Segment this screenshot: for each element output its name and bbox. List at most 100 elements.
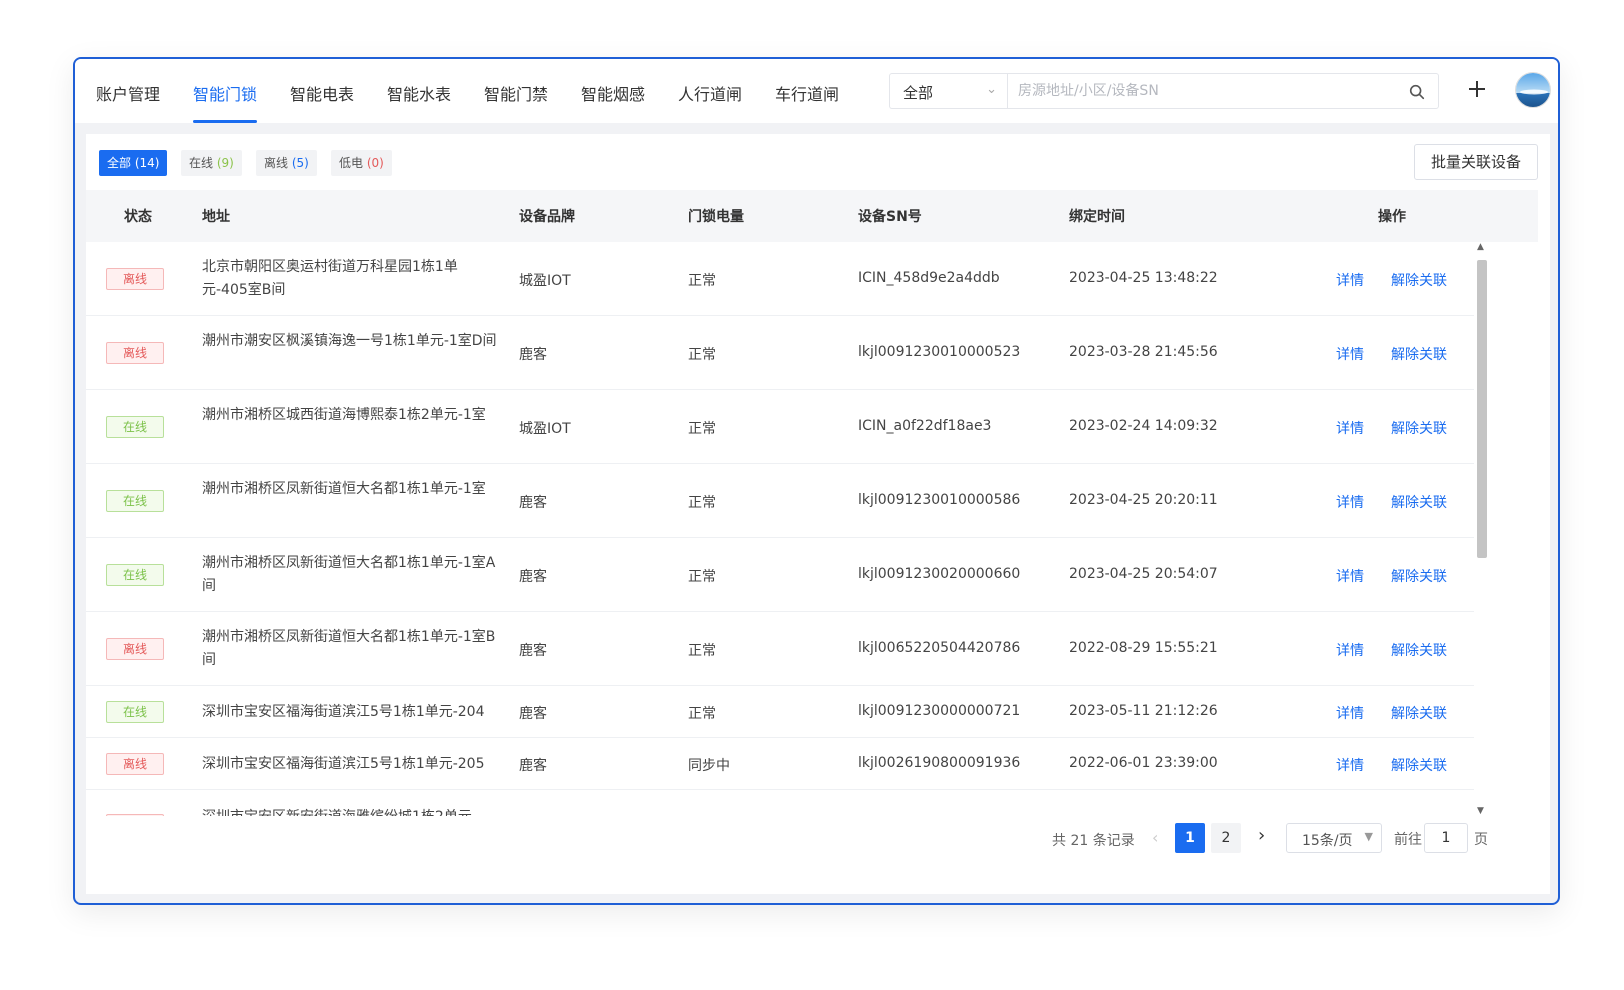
page-size-select[interactable]: 15条/页 ▼ (1286, 823, 1382, 853)
tab-smart-smoke-detector[interactable]: 智能烟感 (581, 81, 645, 121)
unlink-link[interactable]: 解除关联 (1391, 492, 1447, 512)
page-button-1[interactable]: 1 (1175, 823, 1205, 853)
bind-time-cell: 2023-04-25 13:48:22 (1069, 270, 1218, 286)
table-row: 在线 深圳市宝安区福海街道滨江5号1栋1单元-204 鹿客 正常 lkjl009… (86, 686, 1474, 738)
unlink-link[interactable]: 解除关联 (1391, 640, 1447, 660)
sn-cell: lkjl0091230010000523 (858, 344, 1021, 360)
page-size-value: 15条/页 (1302, 833, 1353, 849)
tab-smart-electric-meter[interactable]: 智能电表 (290, 81, 354, 121)
battery-cell: 正常 (688, 495, 716, 511)
page-button-2[interactable]: 2 (1211, 823, 1241, 853)
brand-cell: 鹿客 (519, 569, 547, 585)
bind-time-cell: 2023-04-25 20:20:11 (1069, 492, 1218, 508)
column-header-bind-time: 绑定时间 (1069, 209, 1125, 225)
chevron-down-icon: ⌄ (986, 82, 997, 97)
detail-link[interactable]: 详情 (1336, 755, 1364, 775)
brand-cell: 城盈IOT (519, 273, 571, 289)
address-cell: 潮州市湘桥区凤新街道恒大名都1栋1单元-1室B间 (202, 629, 496, 668)
battery-cell: 正常 (688, 569, 716, 585)
battery-cell: 正常 (688, 273, 716, 289)
status-tab-online[interactable]: 在线 (9) (181, 150, 242, 176)
scroll-thumb[interactable] (1477, 260, 1487, 558)
prev-page-icon[interactable]: ‹ (1152, 828, 1158, 847)
sn-cell: lkjl0091230000000721 (858, 703, 1021, 719)
brand-cell: 城盈IOT (519, 421, 571, 437)
search-box (1007, 73, 1439, 109)
column-header-actions: 操作 (1378, 209, 1406, 225)
table-header: 状态 地址 设备品牌 门锁电量 设备SN号 绑定时间 操作 (86, 190, 1538, 242)
tab-pedestrian-gate[interactable]: 人行道闸 (678, 81, 742, 121)
brand-cell: 鹿客 (519, 706, 547, 722)
tab-account-management[interactable]: 账户管理 (96, 81, 160, 121)
detail-link[interactable]: 详情 (1336, 344, 1364, 364)
table-row: 离线 潮州市潮安区枫溪镇海逸一号1栋1单元-1室D间 鹿客 正常 lkjl009… (86, 316, 1474, 390)
detail-link[interactable]: 详情 (1336, 270, 1364, 290)
search-icon[interactable] (1408, 83, 1426, 101)
sn-cell: ICIN_a0f22df18ae3 (858, 418, 992, 434)
table-row: 在线 潮州市湘桥区凤新街道恒大名都1栋1单元-1室 鹿客 正常 lkjl0091… (86, 464, 1474, 538)
add-button[interactable] (1465, 75, 1489, 103)
page-suffix-label: 页 (1474, 832, 1488, 848)
status-badge: 在线 (106, 416, 164, 438)
unlink-link[interactable]: 解除关联 (1391, 703, 1447, 723)
unlink-link[interactable]: 解除关联 (1391, 270, 1447, 290)
bind-time-cell: 2023-02-24 14:09:32 (1069, 418, 1218, 434)
brand-cell: 鹿客 (519, 347, 547, 363)
sn-cell: lkjl0026190800091936 (858, 755, 1021, 771)
status-badge: 离线 (106, 638, 164, 660)
next-page-icon[interactable]: › (1258, 825, 1265, 846)
brand-cell: 鹿客 (519, 495, 547, 511)
bind-time-cell: 2023-05-11 21:12:26 (1069, 703, 1218, 719)
unlink-link[interactable]: 解除关联 (1391, 566, 1447, 586)
pagination: 共 21 条记录 ‹ 1 2 › 15条/页 ▼ 前往 页 (86, 816, 1538, 866)
address-cell: 深圳市宝安区新安街道海雅缤纷城1栋2单元- (202, 806, 522, 816)
unlink-link[interactable]: 解除关联 (1391, 418, 1447, 438)
table-row: 在线 潮州市湘桥区凤新街道恒大名都1栋1单元-1室A间 鹿客 正常 lkjl00… (86, 538, 1474, 612)
tab-vehicle-gate[interactable]: 车行道闸 (775, 81, 839, 121)
status-tab-all[interactable]: 全部 (14) (99, 150, 168, 176)
tab-smart-lock[interactable]: 智能门锁 (193, 81, 258, 123)
detail-link[interactable]: 详情 (1336, 640, 1364, 660)
total-records: 共 21 条记录 (1052, 833, 1135, 849)
search-scope-select[interactable]: 全部 ⌄ (889, 73, 1007, 109)
goto-page-input[interactable] (1424, 823, 1468, 853)
address-cell: 深圳市宝安区福海街道滨江5号1栋1单元-205 (202, 756, 485, 772)
table-row: 离线 潮州市湘桥区凤新街道恒大名都1栋1单元-1室B间 鹿客 正常 lkjl00… (86, 612, 1474, 686)
search-input[interactable] (1018, 80, 1388, 102)
battery-cell: 正常 (688, 706, 716, 722)
table-scrollbar[interactable]: ▲ ▼ (1475, 242, 1489, 816)
status-tab-low-battery[interactable]: 低电 (0) (331, 150, 392, 176)
detail-link[interactable]: 详情 (1336, 492, 1364, 512)
battery-cell: 正常 (688, 643, 716, 659)
sn-cell: lkjl0091230020000660 (858, 566, 1021, 582)
scroll-down-arrow-icon[interactable]: ▼ (1477, 806, 1484, 816)
table-row: 离线 北京市朝阳区奥运村街道万科星园1栋1单元-405室B间 城盈IOT 正常 … (86, 242, 1474, 316)
tab-smart-water-meter[interactable]: 智能水表 (387, 81, 451, 121)
detail-link[interactable]: 详情 (1336, 566, 1364, 586)
goto-label: 前往 (1394, 832, 1422, 848)
batch-link-devices-button[interactable]: 批量关联设备 (1414, 144, 1538, 180)
status-tab-offline[interactable]: 离线 (5) (256, 150, 317, 176)
bind-time-cell: 2022-06-01 23:39:00 (1069, 755, 1218, 771)
sn-cell: lkjl0091230010000586 (858, 492, 1021, 508)
address-cell: 北京市朝阳区奥运村街道万科星园1栋1单元-405室B间 (202, 259, 458, 298)
column-header-address: 地址 (202, 209, 230, 225)
caret-down-icon: ▼ (1364, 830, 1373, 843)
column-header-sn: 设备SN号 (858, 209, 922, 225)
address-cell: 潮州市湘桥区城西街道海博熙泰1栋2单元-1室 (202, 407, 486, 423)
address-cell: 潮州市湘桥区凤新街道恒大名都1栋1单元-1室 (202, 481, 486, 497)
detail-link[interactable]: 详情 (1336, 418, 1364, 438)
scroll-up-arrow-icon[interactable]: ▲ (1477, 242, 1484, 252)
tab-smart-access-control[interactable]: 智能门禁 (484, 81, 548, 121)
status-badge: 在线 (106, 490, 164, 512)
detail-link[interactable]: 详情 (1336, 703, 1364, 723)
unlink-link[interactable]: 解除关联 (1391, 344, 1447, 364)
sn-cell: ICIN_458d9e2a4ddb (858, 270, 1000, 286)
content-panel: 全部 (14) 在线 (9) 离线 (5) 低电 (0) 批量关联设备 状态 地… (86, 134, 1550, 894)
user-avatar[interactable] (1515, 72, 1551, 108)
plus-icon (1469, 81, 1485, 97)
battery-cell: 正常 (688, 347, 716, 363)
status-badge: 在线 (106, 564, 164, 586)
address-cell: 深圳市宝安区福海街道滨江5号1栋1单元-204 (202, 704, 485, 720)
unlink-link[interactable]: 解除关联 (1391, 755, 1447, 775)
